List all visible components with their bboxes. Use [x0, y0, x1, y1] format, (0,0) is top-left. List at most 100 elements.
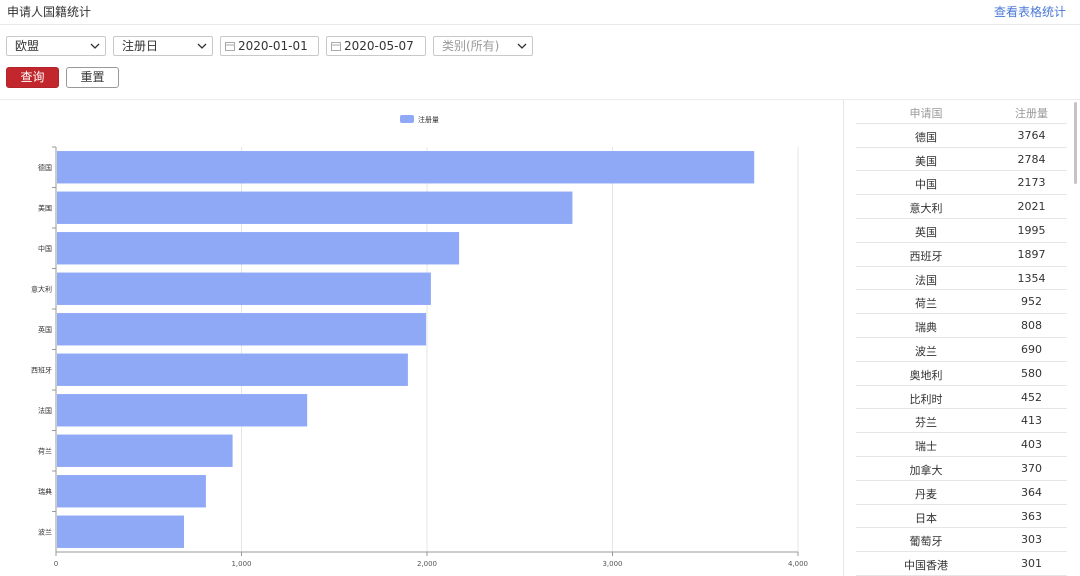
- cell-count: 403: [1021, 438, 1042, 452]
- region-select-value: 欧盟: [15, 39, 40, 53]
- page-header: 申请人国籍统计 查看表格统计: [0, 0, 1080, 25]
- chevron-down-icon: [90, 43, 100, 49]
- cell-count: 3764: [1017, 128, 1046, 142]
- cell-country: 意大利: [909, 202, 943, 216]
- bar-7: [57, 434, 233, 467]
- stats-table: 申请国 注册量 德国 3764 美国 2784 中国 2173 意大利 2021 英国 1995 西…: [856, 100, 1067, 576]
- cell-count: 370: [1021, 461, 1042, 475]
- table-row: 德国 3764: [856, 124, 1067, 148]
- cell-count: 580: [1021, 366, 1042, 380]
- bar-chart: 0 1,000 2,000 3,000 4,000 德国美国中国意大利英国西班牙法国荷兰瑞…: [31, 115, 808, 568]
- cell-country: 日本: [915, 511, 937, 525]
- cell-country: 美国: [915, 154, 937, 168]
- cell-count: 952: [1021, 295, 1042, 309]
- cell-count: 363: [1021, 509, 1042, 523]
- bar-3: [57, 272, 431, 305]
- column-header-count: 注册量: [1015, 107, 1048, 120]
- bar-5: [57, 353, 408, 386]
- date-type-select[interactable]: 注册日: [113, 36, 213, 56]
- table-row: 中国 2173: [856, 171, 1067, 196]
- cell-count: 413: [1021, 414, 1042, 428]
- chevron-down-icon: [197, 43, 207, 49]
- table-row: 芬兰 413: [856, 409, 1067, 434]
- bar-4: [57, 313, 427, 346]
- chevron-down-icon: [517, 43, 527, 49]
- calendar-icon: [225, 42, 235, 51]
- cell-country: 中国香港: [904, 559, 948, 573]
- cell-count: 303: [1021, 533, 1042, 547]
- category-label: 德国: [38, 163, 52, 172]
- cell-country: 芬兰: [915, 416, 937, 430]
- cell-count: 2173: [1017, 176, 1046, 190]
- category-label: 瑞典: [38, 487, 52, 496]
- table-row: 瑞典 808: [856, 314, 1067, 338]
- calendar-icon: [331, 42, 341, 51]
- cell-country: 奥地利: [909, 368, 943, 382]
- region-select[interactable]: 欧盟: [6, 36, 106, 56]
- table-row: 比利时 452: [856, 386, 1067, 410]
- table-body: 德国 3764 美国 2784 中国 2173 意大利 2021 英国 1995 西班牙 1897 法国…: [856, 124, 1067, 576]
- cell-count: 364: [1021, 485, 1042, 499]
- start-date-input[interactable]: 2020-01-01: [220, 36, 319, 56]
- bar-9: [57, 515, 184, 548]
- legend-label: 注册量: [418, 115, 439, 124]
- x-tick-label: 2,000: [417, 560, 437, 568]
- bar-1: [57, 191, 573, 224]
- cell-country: 英国: [915, 225, 937, 239]
- cell-country: 丹麦: [915, 487, 937, 501]
- panel-separator: [843, 100, 844, 576]
- cell-country: 比利时: [909, 392, 943, 406]
- cell-country: 波兰: [915, 344, 937, 358]
- cell-country: 中国: [915, 178, 937, 192]
- table-scrollbar[interactable]: [1074, 102, 1077, 184]
- category-select-placeholder: 类别(所有): [442, 39, 500, 53]
- bar-0: [57, 151, 755, 184]
- cell-country: 西班牙: [909, 249, 943, 263]
- category-label: 西班牙: [31, 365, 52, 374]
- table-row: 西班牙 1897: [856, 243, 1067, 267]
- table-row: 波兰 690: [856, 338, 1067, 362]
- table-row: 瑞士 403: [856, 433, 1067, 457]
- cell-country: 德国: [915, 130, 937, 144]
- cell-count: 1995: [1017, 223, 1046, 237]
- table-row: 意大利 2021: [856, 195, 1067, 219]
- category-label: 美国: [38, 203, 52, 212]
- date-type-value: 注册日: [122, 39, 159, 53]
- start-date-value: 2020-01-01: [238, 39, 308, 53]
- end-date-input[interactable]: 2020-05-07: [326, 36, 426, 56]
- x-tick-label: 4,000: [788, 560, 808, 568]
- category-label: 意大利: [31, 284, 52, 293]
- table-row: 日本 363: [856, 505, 1067, 529]
- table-row: 葡萄牙 303: [856, 528, 1067, 553]
- cell-count: 452: [1021, 390, 1042, 404]
- cell-country: 法国: [915, 273, 937, 287]
- cell-country: 荷兰: [915, 297, 937, 311]
- x-tick-label: 1,000: [231, 560, 251, 568]
- bar-6: [57, 394, 308, 427]
- cell-count: 2784: [1017, 152, 1046, 166]
- table-row: 美国 2784: [856, 148, 1067, 172]
- x-tick-label: 3,000: [602, 560, 622, 568]
- cell-country: 瑞士: [915, 440, 937, 454]
- legend-swatch: [400, 115, 414, 123]
- end-date-value: 2020-05-07: [344, 39, 414, 53]
- table-row: 英国 1995: [856, 219, 1067, 243]
- cell-country: 瑞典: [915, 321, 937, 335]
- query-button[interactable]: 查询: [6, 67, 59, 88]
- table-row: 丹麦 364: [856, 481, 1067, 505]
- table-row: 加拿大 370: [856, 457, 1067, 481]
- bar-2: [57, 232, 460, 265]
- view-table-stats-link[interactable]: 查看表格统计: [994, 3, 1066, 20]
- table-row: 荷兰 952: [856, 290, 1067, 315]
- x-tick-label: 0: [54, 560, 58, 568]
- cell-count: 1354: [1017, 271, 1046, 285]
- reset-button[interactable]: 重置: [66, 67, 119, 88]
- category-label: 荷兰: [38, 446, 52, 455]
- table-row: 中国香港 301: [856, 552, 1067, 576]
- cell-country: 葡萄牙: [909, 535, 943, 549]
- table-row: 法国 1354: [856, 267, 1067, 291]
- category-select[interactable]: 类别(所有): [433, 36, 533, 56]
- bar-8: [57, 475, 206, 508]
- cell-count: 808: [1021, 319, 1042, 333]
- category-label: 中国: [38, 244, 52, 253]
